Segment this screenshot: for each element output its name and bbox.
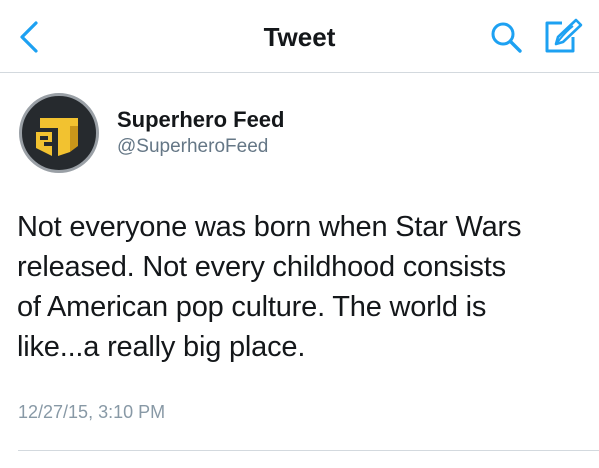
top-navigation-bar: Tweet	[0, 0, 599, 73]
author-handle[interactable]: @SuperheroFeed	[117, 136, 268, 158]
tweet-text: Not everyone was born when Star Wars rel…	[17, 207, 587, 367]
tweet-text-line: like...a really big place.	[17, 331, 306, 363]
compose-tweet-icon	[545, 18, 583, 53]
search-button[interactable]	[489, 20, 523, 54]
tweet-text-line: released. Not every childhood consists	[17, 251, 506, 283]
avatar[interactable]	[19, 93, 99, 173]
superhero-feed-logo	[36, 118, 78, 156]
tweet-timestamp: 12/27/15, 3:10 PM	[18, 402, 166, 422]
tweet-text-line: of American pop culture. The world is	[17, 291, 487, 323]
divider	[18, 450, 599, 451]
tweet-text-line: Not everyone was born when Star Wars	[17, 211, 522, 243]
author-display-name[interactable]: Superhero Feed	[117, 107, 284, 133]
compose-tweet-button[interactable]	[543, 18, 583, 54]
search-icon	[491, 22, 522, 53]
